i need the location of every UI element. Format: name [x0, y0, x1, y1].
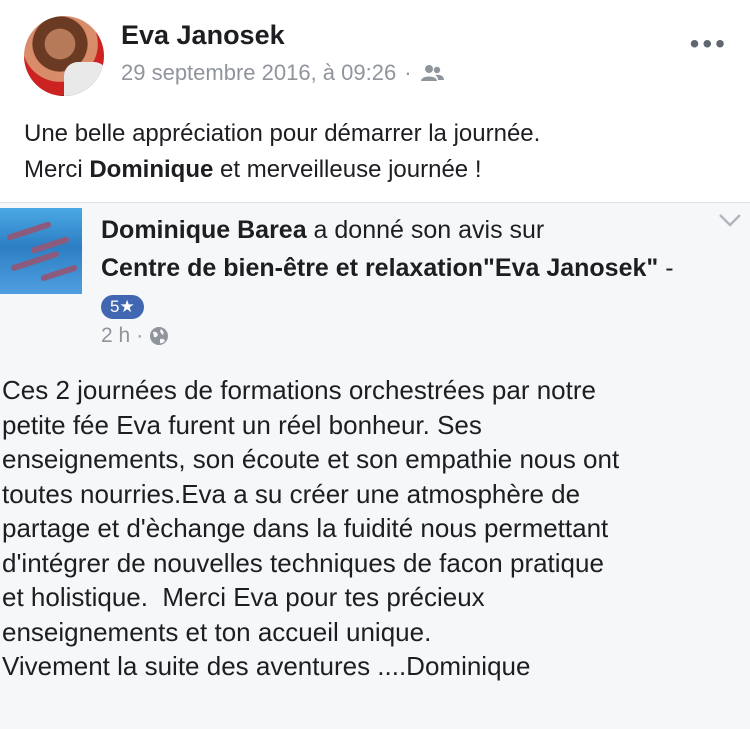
post-text-line1: Une belle appréciation pour démarrer la …: [24, 120, 541, 147]
review-action: a donné son avis sur: [306, 216, 545, 244]
line2-prefix: Merci: [24, 156, 90, 183]
review-separator: ·: [136, 324, 144, 347]
review-header: Dominique Barea a donné son avis sur Cen…: [101, 211, 701, 325]
post-header: Eva Janosek 29 septembre 2016, à 09:26 ·…: [0, 0, 750, 110]
avatar[interactable]: [24, 16, 104, 96]
mention-dominique[interactable]: Dominique: [89, 156, 213, 183]
reviewer-name[interactable]: Dominique Barea: [101, 216, 307, 244]
post-author[interactable]: Eva Janosek: [121, 20, 285, 51]
chevron-down-icon[interactable]: [718, 213, 742, 227]
page-thumbnail[interactable]: [0, 208, 82, 294]
globe-icon: [149, 326, 169, 346]
review-body: Ces 2 journées de formations orchestrées…: [2, 375, 620, 681]
reviewed-page-name[interactable]: Centre de bien-être et relaxation"Eva Ja…: [101, 254, 658, 282]
rating-badge: 5★: [101, 295, 144, 320]
review-meta: 2 h ·: [101, 324, 169, 348]
review-dash: -: [658, 254, 674, 282]
meta-separator: ·: [404, 60, 412, 85]
post-text: Une belle appréciation pour démarrer la …: [24, 116, 724, 188]
post-timestamp[interactable]: 29 septembre 2016, à 09:26: [121, 60, 396, 86]
post-text-line2: Merci Dominique et merveilleuse journée …: [24, 152, 724, 188]
review-time[interactable]: 2 h: [101, 324, 130, 348]
shared-review-card[interactable]: Dominique Barea a donné son avis sur Cen…: [0, 202, 750, 729]
friends-icon[interactable]: [420, 64, 444, 82]
line2-suffix: et merveilleuse journée !: [213, 156, 482, 183]
post-meta: 29 septembre 2016, à 09:26 ·: [121, 60, 444, 86]
more-options-icon[interactable]: •••: [690, 28, 728, 60]
